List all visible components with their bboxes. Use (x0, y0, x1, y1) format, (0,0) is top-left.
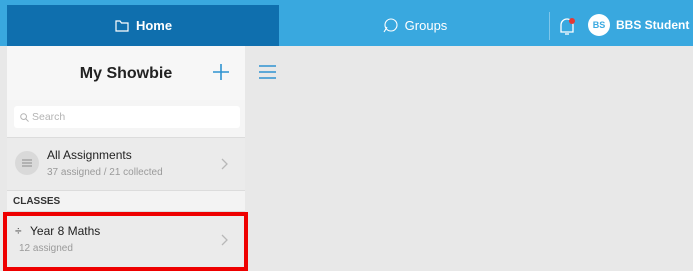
search-icon (20, 112, 29, 122)
menu-icon[interactable] (259, 64, 276, 80)
section-header-classes: CLASSES (7, 190, 245, 212)
list-icon (15, 151, 39, 175)
highlight-box (3, 212, 248, 271)
home-icon (115, 19, 129, 32)
sidebar-header: My Showbie (7, 46, 245, 100)
chevron-right-icon (221, 158, 228, 170)
avatar: BS (588, 14, 610, 36)
groups-icon (383, 17, 398, 32)
user-menu[interactable]: BS BBS Student ⌄ (588, 14, 693, 36)
top-navigation-bar: Home Groups BS BBS Student ⌄ (0, 0, 693, 46)
tab-groups-label: Groups (404, 18, 448, 33)
tab-groups[interactable]: Groups (279, 5, 549, 46)
search-input[interactable]: Search (14, 106, 240, 128)
search-placeholder: Search (32, 111, 66, 123)
all-assignments-label: All Assignments (47, 148, 132, 162)
plus-icon[interactable] (212, 63, 230, 81)
tab-home[interactable]: Home (7, 5, 279, 46)
all-assignments-item[interactable]: All Assignments 37 assigned / 21 collect… (7, 137, 245, 190)
all-assignments-count: 37 assigned / 21 collected (47, 167, 163, 178)
bell-icon[interactable] (557, 16, 577, 38)
user-name: BBS Student (616, 18, 690, 32)
nav-divider (549, 12, 550, 40)
tab-home-label: Home (135, 18, 173, 33)
page-title: My Showbie (79, 65, 173, 82)
